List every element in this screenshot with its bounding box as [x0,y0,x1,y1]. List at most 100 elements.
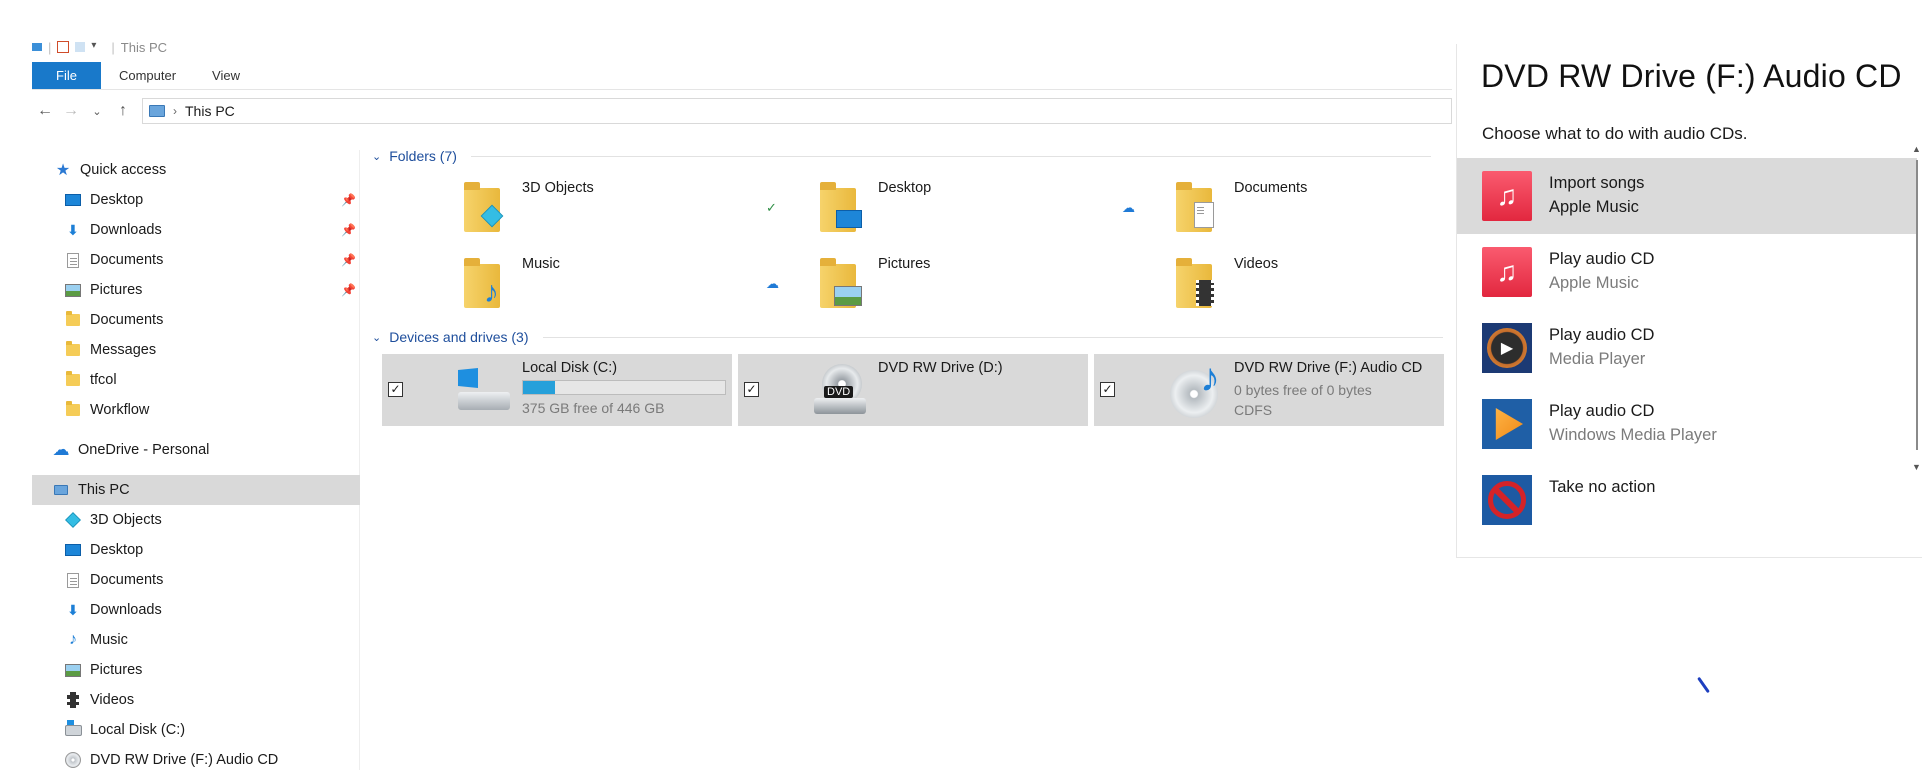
selection-checkbox[interactable]: ✓ [388,382,403,397]
pin-icon[interactable]: 📌 [341,223,356,237]
sidebar-item-workflow[interactable]: Workflow [32,395,360,425]
option-import-songs[interactable]: ♫ Import songs Apple Music [1457,158,1917,234]
customize-dropdown-icon[interactable]: ▾ [91,40,105,54]
option-play-windows-media-player[interactable]: Play audio CD Windows Media Player [1457,386,1917,462]
folders-group-header[interactable]: ⌄ Folders (7) [372,146,1431,166]
sidebar-item-local-disk[interactable]: Local Disk (C:) [32,715,360,745]
selection-checkbox[interactable]: ✓ [744,382,759,397]
documents-icon [64,571,82,589]
sidebar-item-documents[interactable]: Documents 📌 [32,245,360,275]
up-button[interactable]: ↑ [110,98,136,124]
pc-small-icon[interactable] [32,43,42,51]
sidebar-item-music[interactable]: ♪ Music [32,625,360,655]
folder-3d-objects-icon [464,180,504,232]
sidebar-item-downloads[interactable]: ⬇ Downloads 📌 [32,215,360,245]
group-divider [542,336,1443,338]
sidebar-this-pc[interactable]: This PC [32,475,360,505]
sidebar-item-tfcol[interactable]: tfcol [32,365,360,395]
download-arrow-icon: ⬇ [67,221,79,238]
folder-tile-music[interactable]: ♪ Music [372,256,712,318]
folder-tile-videos[interactable]: Videos [1084,256,1424,318]
folder-icon [64,341,82,359]
pin-icon[interactable]: 📌 [341,283,356,297]
sidebar-item-audio-cd[interactable]: DVD RW Drive (F:) Audio CD [32,745,360,770]
options-scrollbar[interactable]: ▲ ▼ [1912,144,1921,474]
mouse-cursor [1697,676,1710,694]
sidebar-item-pc-desktop[interactable]: Desktop [32,535,360,565]
chevron-down-icon: ⌄ [372,331,382,344]
new-folder-icon[interactable] [75,42,86,52]
tab-file[interactable]: File [32,62,101,89]
pin-icon[interactable]: 📌 [341,193,356,207]
breadcrumb-chevron-icon[interactable]: › [173,104,177,118]
folder-label: 3D Objects [522,180,594,196]
address-bar[interactable]: › This PC [142,98,1452,124]
tab-view[interactable]: View [194,62,258,89]
folder-label: Pictures [878,256,931,272]
sidebar-item-label: Messages [90,342,157,358]
sidebar-item-label: Downloads [90,602,162,618]
sidebar-item-pc-pictures[interactable]: Pictures [32,655,360,685]
folder-tile-3d-objects[interactable]: 3D Objects [372,180,712,242]
sidebar-item-label: Documents [90,312,164,328]
sidebar-item-label: Workflow [90,402,150,418]
quick-access-toolbar: | ▾ | This PC [32,38,167,56]
dvd-badge: DVD [824,386,854,398]
folder-music-icon: ♪ [464,256,500,309]
sidebar-item-pc-documents[interactable]: Documents [32,565,360,595]
folder-tile-documents[interactable]: Documents [1084,180,1424,242]
drive-tile-dvd-d[interactable]: ✓ DVD DVD RW Drive (D:) [738,354,1088,426]
sidebar-item-messages[interactable]: Messages [32,335,360,365]
local-disk-icon [64,719,82,739]
sidebar-onedrive[interactable]: ☁ OneDrive - Personal [32,435,360,465]
sidebar-item-desktop[interactable]: Desktop 📌 [32,185,360,215]
sidebar-item-pictures[interactable]: Pictures 📌 [32,275,360,305]
folder-tile-pictures[interactable]: Pictures [728,256,1068,318]
this-pc-icon [52,481,70,499]
pictures-icon [64,661,82,679]
sidebar-item-label: DVD RW Drive (F:) Audio CD [90,752,279,768]
forward-button[interactable]: → [58,98,84,124]
this-pc-icon [149,105,165,117]
disk-usage-fill [523,381,556,394]
sidebar-item-documents-folder[interactable]: Documents [32,305,360,335]
option-app: Media Player [1549,350,1646,368]
chevron-down-icon: ⌄ [372,150,382,163]
tab-computer[interactable]: Computer [101,62,194,89]
drive-tile-local-disk[interactable]: ✓ Local Disk (C:) 375 GB free of 446 GB [382,354,732,426]
option-app: Apple Music [1549,274,1639,292]
sidebar-item-label: 3D Objects [90,512,162,528]
devices-group-header[interactable]: ⌄ Devices and drives (3) [372,327,1443,347]
properties-icon[interactable] [57,41,70,53]
folder-label: Documents [1234,180,1308,196]
option-play-media-player[interactable]: ▶ Play audio CD Media Player [1457,310,1917,386]
option-take-no-action[interactable]: Take no action [1457,462,1917,538]
option-play-apple-music[interactable]: ♫ Play audio CD Apple Music [1457,234,1917,310]
sidebar-item-pc-downloads[interactable]: ⬇ Downloads [32,595,360,625]
sidebar-quick-access[interactable]: ★ Quick access [32,155,360,185]
recent-locations-chevron-icon[interactable]: ⌄ [84,98,110,124]
scrollbar-thumb[interactable] [1916,160,1918,450]
autoplay-panel: DVD RW Drive (F:) Audio CD Choose what t… [1456,44,1922,558]
scroll-up-icon[interactable]: ▲ [1912,144,1921,154]
local-disk-large-icon [458,368,510,414]
ribbon-tabs: File Computer View [32,62,1452,90]
breadcrumb-this-pc[interactable]: This PC [185,103,235,119]
option-action: Take no action [1549,478,1656,496]
sidebar-item-label: Downloads [90,222,162,238]
scroll-down-icon[interactable]: ▼ [1912,462,1921,472]
selection-checkbox[interactable]: ✓ [1100,382,1115,397]
navigation-pane: ★ Quick access Desktop 📌 ⬇ Downloads 📌 D… [32,150,360,770]
sidebar-item-label: Music [90,632,128,648]
sidebar-item-label: OneDrive - Personal [78,442,210,458]
sidebar-item-3d-objects[interactable]: 3D Objects [32,505,360,535]
option-action: Play audio CD [1549,326,1655,344]
drive-tile-audio-cd[interactable]: ✓ ♪ DVD RW Drive (F:) Audio CD 0 bytes f… [1094,354,1444,426]
sidebar-item-videos[interactable]: Videos [32,685,360,715]
media-player-icon: ▶ [1482,323,1532,373]
cd-icon [64,751,82,769]
documents-icon [64,251,82,269]
pin-icon[interactable]: 📌 [341,253,356,267]
back-button[interactable]: ← [32,98,58,124]
folder-tile-desktop[interactable]: Desktop [728,180,1068,242]
